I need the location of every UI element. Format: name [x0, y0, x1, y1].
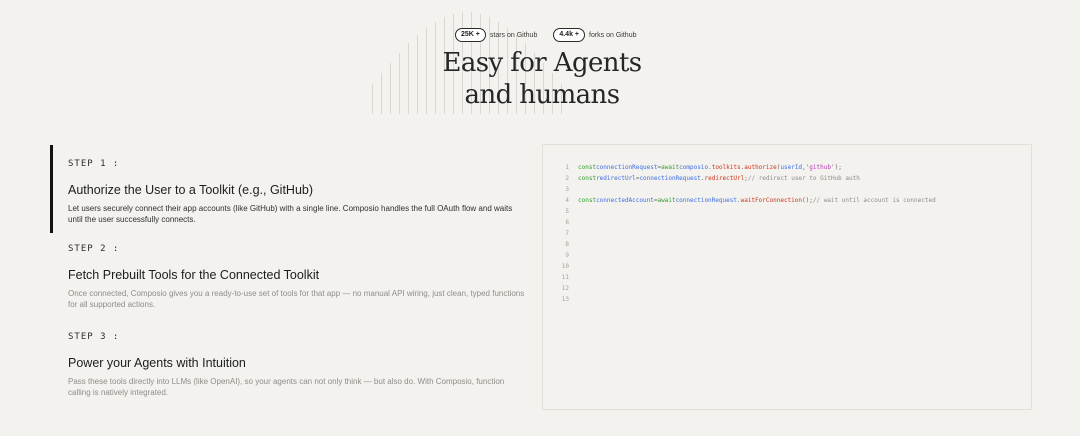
stars-count: 25K + — [455, 28, 486, 42]
hero-title-line-1: Easy for Agents — [442, 48, 642, 78]
step-2-description: Once connected, Composio gives you a rea… — [68, 289, 525, 309]
code-token: connectionRequest — [675, 197, 737, 204]
steps-list: STEP 1 : Authorize the User to a Toolkit… — [50, 145, 524, 398]
step-3-title: Power your Agents with Intuition — [68, 356, 246, 370]
code-line-3: 3 — [543, 184, 578, 195]
hero-title: Easy for Agents and humans — [380, 47, 704, 111]
step-2-label: STEP 2 : — [68, 244, 120, 254]
line-number: 10 — [561, 263, 569, 270]
code-token: const — [578, 164, 597, 171]
code-line-7: 7 — [543, 228, 578, 239]
line-number: 9 — [565, 252, 569, 259]
hero-title-line-2: and humans — [464, 80, 620, 110]
code-line-10: 10 — [543, 261, 578, 272]
line-number: 7 — [565, 230, 569, 237]
decorative-bar — [372, 84, 373, 114]
code-token: redirectUrl — [704, 175, 745, 182]
code-token: waitForConnection — [740, 197, 803, 204]
step-1-title: Authorize the User to a Toolkit (e.g., G… — [68, 183, 314, 197]
line-number: 11 — [561, 274, 569, 281]
code-line-2: 2 const redirectUrl = connectionRequest.… — [543, 173, 860, 184]
code-comment: // redirect user to GitHub auth — [747, 175, 860, 182]
code-line-1: 1 const connectionRequest = await compos… — [543, 162, 842, 173]
code-token: connectionRequest — [596, 164, 658, 171]
code-token: await — [661, 164, 680, 171]
step-1-description: Let users securely connect their app acc… — [68, 204, 513, 224]
code-line-12: 12 — [543, 283, 578, 294]
github-stats: 25K + stars on Github 4.4k + forks on Gi… — [455, 28, 646, 42]
code-line-13: 13 — [543, 294, 578, 305]
line-number: 4 — [565, 197, 569, 204]
line-number: 8 — [565, 241, 569, 248]
code-line-6: 6 — [543, 217, 578, 228]
step-1-label: STEP 1 : — [68, 159, 120, 169]
step-3-description: Pass these tools directly into LLMs (lik… — [68, 377, 505, 397]
code-token: redirectUrl — [596, 175, 636, 182]
code-line-8: 8 — [543, 239, 578, 250]
line-number: 2 — [565, 175, 569, 182]
code-token: (); — [802, 197, 813, 204]
code-token: toolkits — [711, 164, 741, 171]
line-number: 13 — [561, 296, 569, 303]
code-token: connectedAccount — [596, 197, 654, 204]
code-token: userId — [780, 164, 803, 171]
step-2[interactable]: STEP 2 : Fetch Prebuilt Tools for the Co… — [50, 230, 524, 310]
line-number: 1 — [565, 164, 569, 171]
stars-label: stars on Github — [489, 31, 538, 39]
code-token: connectionRequest — [639, 175, 701, 182]
step-3[interactable]: STEP 3 : Power your Agents with Intuitio… — [50, 318, 520, 398]
code-line-4: 4 const connectedAccount = await connect… — [543, 195, 936, 206]
step-3-label: STEP 3 : — [68, 332, 120, 342]
stars-badge[interactable]: 25K + stars on Github — [455, 28, 537, 42]
line-number: 6 — [565, 219, 569, 226]
code-token: const — [578, 175, 597, 182]
forks-badge[interactable]: 4.4k + forks on Github — [553, 28, 636, 42]
step-2-title: Fetch Prebuilt Tools for the Connected T… — [68, 268, 320, 282]
step-1[interactable]: STEP 1 : Authorize the User to a Toolkit… — [50, 145, 520, 233]
line-number: 3 — [565, 186, 569, 193]
code-token: composio — [679, 164, 709, 171]
forks-label: forks on Github — [589, 31, 637, 39]
code-token: await — [657, 197, 676, 204]
code-line-9: 9 — [543, 250, 578, 261]
code-token: 'github' — [805, 164, 835, 171]
forks-count: 4.4k + — [553, 28, 586, 42]
code-token: ); — [834, 164, 842, 171]
code-line-11: 11 — [543, 272, 578, 283]
code-comment: // wait until account is connected — [812, 197, 936, 204]
code-panel[interactable]: 1 const connectionRequest = await compos… — [542, 144, 1032, 410]
line-number: 5 — [565, 208, 569, 215]
code-token: const — [578, 197, 597, 204]
code-token: authorize — [744, 164, 777, 171]
code-line-5: 5 — [543, 206, 578, 217]
line-number: 12 — [561, 285, 569, 292]
